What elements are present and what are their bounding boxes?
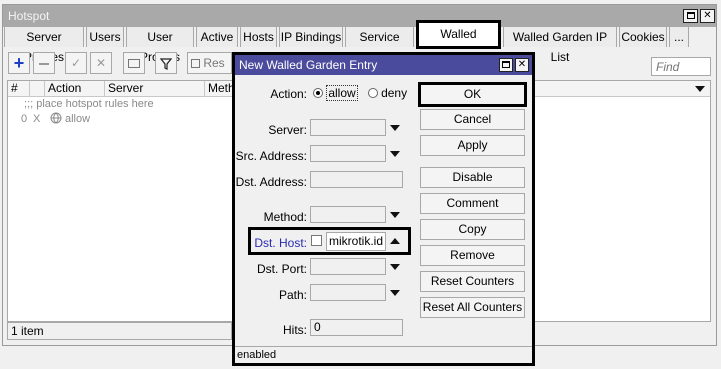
- tab-walled-garden-ip-list[interactable]: Walled Garden IP List: [503, 26, 617, 64]
- check-icon: ✓: [70, 56, 82, 70]
- path-label: Path:: [278, 288, 307, 302]
- row-index: 0: [21, 113, 28, 125]
- method-label: Method:: [263, 210, 307, 224]
- dialog-status: enabled: [235, 346, 532, 363]
- server-dropdown-icon[interactable]: [390, 125, 400, 131]
- add-button[interactable]: +: [8, 52, 30, 74]
- filter-icon: [159, 58, 173, 70]
- action-radio-group: allow deny: [313, 85, 407, 101]
- dst-port-field[interactable]: [310, 258, 386, 275]
- tab-server-profiles[interactable]: Server Profiles: [4, 26, 84, 64]
- comment-button[interactable]: [123, 52, 145, 74]
- path-dropdown-icon[interactable]: [390, 290, 400, 296]
- method-dropdown-icon[interactable]: [390, 212, 400, 218]
- enable-button[interactable]: ✓: [65, 52, 87, 74]
- allow-option-label[interactable]: allow: [326, 85, 358, 101]
- dst-host-collapse-icon[interactable]: [390, 238, 400, 244]
- reset-counters-button[interactable]: Reset Counters: [420, 271, 525, 292]
- src-address-dropdown-icon[interactable]: [390, 151, 400, 157]
- dialog-title: New Walled Garden Entry: [235, 55, 532, 75]
- row-action: allow: [65, 113, 91, 125]
- window-title: Hotspot: [3, 5, 716, 27]
- action-label: Action:: [270, 87, 307, 101]
- disable-button[interactable]: ✕: [90, 52, 112, 74]
- tab-users[interactable]: Users: [86, 26, 124, 47]
- column-header-method[interactable]: Meth: [205, 81, 235, 97]
- plus-icon: +: [13, 53, 25, 73]
- column-header-server[interactable]: Server: [105, 81, 205, 97]
- row-flag: X: [33, 113, 41, 125]
- column-header-filler: [533, 81, 710, 97]
- column-chooser-icon[interactable]: [695, 86, 705, 92]
- find-input[interactable]: [651, 57, 711, 76]
- src-address-label: Src. Address:: [235, 149, 307, 163]
- maximize-icon[interactable]: [499, 58, 513, 72]
- dst-host-input[interactable]: mikrotik.id: [326, 232, 386, 251]
- disable-button[interactable]: Disable: [420, 167, 525, 188]
- ok-button[interactable]: OK: [418, 82, 527, 107]
- tab-ip-bindings[interactable]: IP Bindings: [279, 26, 343, 47]
- server-label: Server:: [268, 123, 307, 137]
- note-icon: [128, 59, 140, 69]
- cancel-button[interactable]: Cancel: [420, 109, 525, 130]
- remove-button[interactable]: [33, 52, 55, 74]
- dst-host-label: Dst. Host:: [254, 236, 307, 250]
- remove-button[interactable]: Remove: [420, 245, 525, 266]
- src-address-field[interactable]: [310, 145, 386, 162]
- tab-more[interactable]: ...: [669, 26, 689, 47]
- hits-value: 0: [310, 319, 403, 336]
- cross-icon: ✕: [95, 56, 107, 70]
- dst-address-label: Dst. Address:: [235, 175, 307, 189]
- reset-counters-button[interactable]: Res: [187, 52, 232, 74]
- tab-walled-garden[interactable]: Walled Garden: [416, 20, 501, 64]
- radio-allow[interactable]: [313, 88, 323, 98]
- status-bar: 1 item: [7, 322, 232, 340]
- tab-bar: Server Profiles Users User Profiles Acti…: [4, 20, 709, 64]
- dst-port-label: Dst. Port:: [256, 262, 307, 276]
- comment-button[interactable]: Comment: [420, 193, 525, 214]
- tab-service-ports[interactable]: Service Ports: [345, 26, 414, 64]
- filter-button[interactable]: [155, 52, 177, 74]
- method-select[interactable]: [310, 206, 386, 223]
- dst-host-negate-checkbox[interactable]: [311, 235, 322, 246]
- dst-address-field[interactable]: [310, 171, 403, 188]
- column-header-action[interactable]: Action: [45, 81, 105, 97]
- maximize-icon[interactable]: [683, 9, 698, 23]
- radio-deny[interactable]: [367, 88, 378, 98]
- column-header-index[interactable]: #: [8, 81, 30, 97]
- deny-option-label[interactable]: deny: [381, 86, 407, 100]
- copy-button[interactable]: Copy: [420, 219, 525, 240]
- tab-hosts[interactable]: Hosts: [240, 26, 277, 47]
- hits-label: Hits:: [283, 323, 307, 337]
- apply-button[interactable]: Apply: [420, 135, 525, 156]
- path-field[interactable]: [310, 284, 386, 301]
- reset-all-counters-button[interactable]: Reset All Counters: [420, 297, 525, 318]
- table-row[interactable]: 0 X allow: [8, 112, 233, 127]
- new-walled-garden-entry-dialog: New Walled Garden Entry ✕ Action: allow …: [232, 52, 535, 366]
- column-header-flag[interactable]: [30, 81, 45, 97]
- reset-label: Res: [203, 56, 225, 70]
- tab-active[interactable]: Active: [196, 26, 238, 47]
- comment-row: ;;; place hotspot rules here: [24, 98, 154, 110]
- globe-icon: [50, 112, 62, 127]
- tab-cookies[interactable]: Cookies: [619, 26, 667, 47]
- counter-icon: [191, 59, 200, 68]
- server-select[interactable]: [310, 119, 386, 136]
- close-icon[interactable]: ✕: [700, 9, 715, 23]
- close-icon[interactable]: ✕: [515, 58, 529, 72]
- minus-icon: [39, 62, 49, 65]
- tab-user-profiles[interactable]: User Profiles: [126, 26, 194, 64]
- dst-port-dropdown-icon[interactable]: [390, 264, 400, 270]
